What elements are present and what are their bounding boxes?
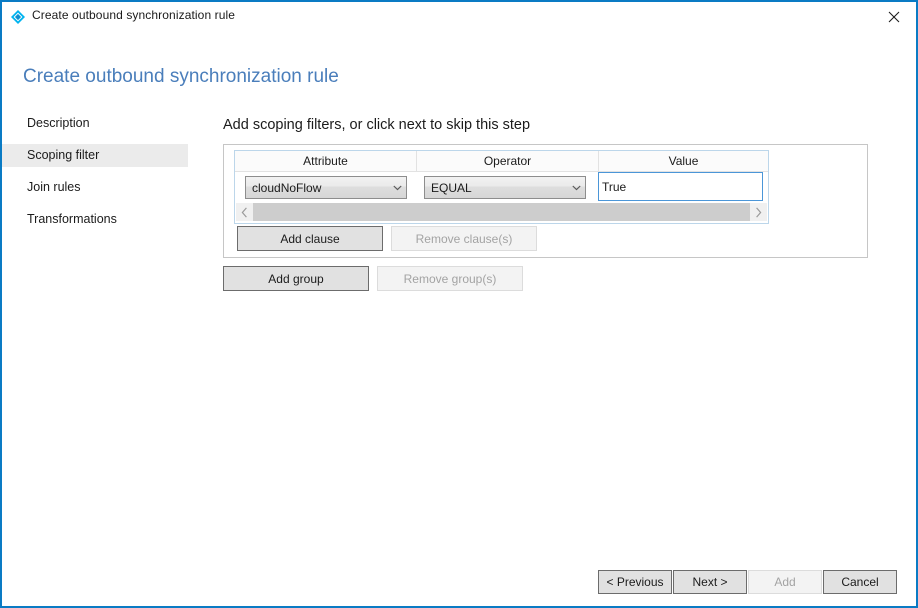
cancel-button[interactable]: Cancel <box>823 570 897 594</box>
close-button[interactable] <box>872 2 916 31</box>
chevron-right-icon <box>756 207 762 217</box>
horizontal-scrollbar[interactable] <box>236 203 767 221</box>
window-title: Create outbound synchronization rule <box>32 8 236 22</box>
sidebar-item-scoping-filter[interactable]: Scoping filter <box>2 144 188 167</box>
value-input[interactable] <box>598 172 763 201</box>
operator-dropdown[interactable]: EQUAL <box>424 176 586 199</box>
dialog-window: Create outbound synchronization rule Cre… <box>0 0 918 608</box>
sync-rule-diamond-icon <box>10 9 26 25</box>
chevron-down-icon <box>388 185 406 191</box>
column-header-value: Value <box>599 151 768 171</box>
table-row: cloudNoFlow EQUAL <box>242 172 767 201</box>
remove-clause-button[interactable]: Remove clause(s) <box>391 226 537 251</box>
instruction-text: Add scoping filters, or click next to sk… <box>223 117 531 133</box>
sidebar-item-description[interactable]: Description <box>2 112 188 135</box>
sidebar-item-join-rules[interactable]: Join rules <box>2 176 188 199</box>
column-header-operator: Operator <box>417 151 599 171</box>
title-bar: Create outbound synchronization rule <box>2 2 916 32</box>
operator-dropdown-value: EQUAL <box>431 180 472 195</box>
scroll-left-button[interactable] <box>236 203 253 221</box>
scrollbar-thumb[interactable] <box>253 203 750 221</box>
next-button[interactable]: Next > <box>673 570 747 594</box>
wizard-step-nav: Description Scoping filter Join rules Tr… <box>2 112 188 231</box>
remove-group-button[interactable]: Remove group(s) <box>377 266 523 291</box>
sidebar-item-transformations[interactable]: Transformations <box>2 208 188 231</box>
scrollbar-track[interactable] <box>253 203 750 221</box>
clause-grid-header: Attribute Operator Value <box>235 151 768 172</box>
add-group-button[interactable]: Add group <box>223 266 369 291</box>
attribute-dropdown[interactable]: cloudNoFlow <box>245 176 407 199</box>
add-button[interactable]: Add <box>748 570 822 594</box>
scroll-right-button[interactable] <box>750 203 767 221</box>
close-icon <box>888 11 900 22</box>
chevron-down-icon <box>567 185 585 191</box>
previous-button[interactable]: < Previous <box>598 570 672 594</box>
add-clause-button[interactable]: Add clause <box>237 226 383 251</box>
column-header-attribute: Attribute <box>235 151 417 171</box>
chevron-left-icon <box>241 207 247 217</box>
page-title: Create outbound synchronization rule <box>23 66 339 87</box>
attribute-dropdown-value: cloudNoFlow <box>252 180 322 195</box>
